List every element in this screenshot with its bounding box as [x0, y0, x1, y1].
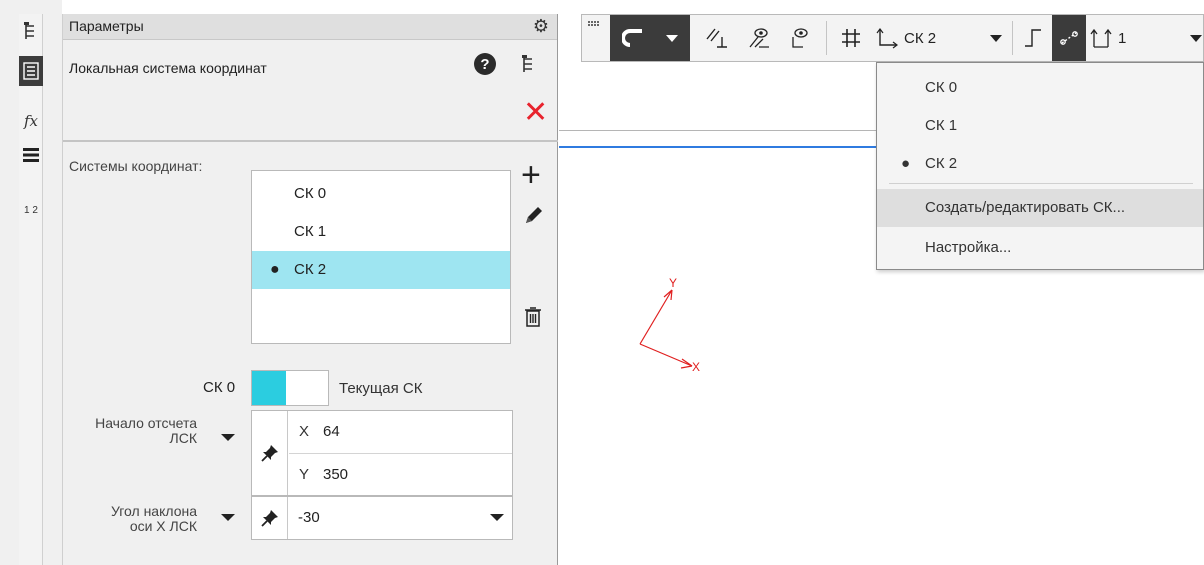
grid-icon[interactable]	[834, 15, 868, 61]
axis-y-label: Y	[669, 276, 677, 290]
round-mode-button[interactable]	[1052, 15, 1086, 61]
toggle-knob	[252, 371, 286, 405]
menu-item-settings[interactable]: Настройка...	[877, 229, 1203, 267]
add-icon[interactable]: +	[521, 158, 541, 192]
menu-item-label: СК 1	[925, 117, 958, 134]
angle-label-line1: Угол наклона	[110, 503, 197, 519]
toolbar-separator	[826, 21, 827, 55]
chevron-down-icon[interactable]	[990, 35, 1002, 42]
menu-item-label: СК 0	[925, 79, 958, 96]
coordinate-axes-icon: Y X	[639, 276, 700, 374]
left-strip: fx 1 2	[0, 0, 62, 565]
coordinate-systems-list[interactable]: СК 0 СК 1 ● СК 2	[251, 170, 511, 344]
help-symbol: ?	[480, 55, 490, 73]
list-item[interactable]: СК 0	[252, 175, 510, 213]
gear-icon[interactable]: ⚙	[533, 16, 549, 37]
tree-icon[interactable]	[19, 16, 43, 46]
layers-icon[interactable]	[19, 140, 43, 170]
snap-button[interactable]	[610, 15, 690, 61]
list-item-label: СК 1	[294, 223, 327, 240]
fx-icon[interactable]: fx	[19, 106, 43, 136]
cs-dropdown-menu: СК 0 СК 1 ● СК 2 Создать/редактировать С…	[876, 62, 1204, 270]
parameters-panel: Параметры ⚙ Локальная система координат …	[62, 14, 558, 565]
origin-label: Начало отсчета ЛСК	[63, 416, 197, 446]
swap-icon[interactable]: 1 2	[19, 196, 43, 226]
panel-title: Параметры	[69, 18, 144, 34]
x-axis-label: X	[299, 423, 310, 440]
chevron-down-icon[interactable]	[666, 34, 678, 42]
angle-dropdown-icon[interactable]	[221, 514, 235, 521]
menu-item-sk2[interactable]: ● СК 2	[877, 145, 1203, 183]
strip-background	[19, 14, 43, 565]
swap-label: 1 2	[24, 205, 38, 216]
list-item[interactable]: СК 1	[252, 213, 510, 251]
fx-label: fx	[23, 112, 38, 130]
step-value: 1	[1118, 29, 1127, 47]
menu-item-create-edit[interactable]: Создать/редактировать СК...	[877, 189, 1203, 227]
show-cs-icon[interactable]	[782, 15, 816, 61]
coordinate-systems-label: Системы координат:	[69, 158, 203, 174]
x-value: 64	[323, 423, 340, 440]
angle-label-line2: оси X ЛСК	[129, 518, 197, 534]
y-value: 350	[323, 466, 349, 483]
local-cs-icon	[876, 28, 898, 49]
step-icon	[1090, 28, 1112, 48]
visibility-constraint-icon[interactable]	[742, 15, 776, 61]
angle-label: Угол наклона оси X ЛСК	[63, 504, 197, 534]
tree-view-icon[interactable]	[521, 54, 537, 78]
close-icon[interactable]: ✕	[523, 98, 548, 128]
axis-x-label: X	[692, 360, 700, 374]
menu-item-label: СК 2	[925, 155, 958, 172]
origin-fields: X 64 Y 350	[251, 410, 513, 496]
toolbar-grip-icon[interactable]	[586, 15, 602, 61]
magnet-icon	[622, 29, 642, 47]
origin-label-line1: Начало отсчета	[95, 415, 197, 431]
properties-icon[interactable]	[19, 56, 43, 86]
toolbar-separator	[1012, 21, 1013, 55]
panel-separator	[63, 140, 558, 142]
edit-icon[interactable]	[523, 204, 545, 230]
checked-bullet: ●	[901, 155, 911, 172]
chevron-down-icon[interactable]	[490, 514, 504, 521]
angle-field[interactable]: -30	[251, 496, 513, 540]
menu-item-sk1[interactable]: СК 1	[877, 107, 1203, 145]
menu-separator	[889, 183, 1193, 184]
parallel-perpendicular-icon[interactable]	[700, 15, 734, 61]
y-coordinate-field[interactable]: Y 350	[289, 453, 512, 495]
selected-bullet: ●	[270, 261, 280, 278]
list-item-label: СК 0	[294, 185, 327, 202]
x-coordinate-field[interactable]: X 64	[289, 411, 512, 453]
canvas-divider	[559, 130, 876, 131]
switch-right-label: Текущая СК	[339, 380, 423, 397]
list-item-label: СК 2	[294, 261, 327, 278]
command-title: Локальная система координат	[69, 60, 267, 76]
top-toolbar: СК 2 1	[581, 14, 1204, 62]
current-cs-toggle[interactable]	[251, 370, 329, 406]
angle-value: -30	[298, 509, 320, 526]
menu-item-sk0[interactable]: СК 0	[877, 69, 1203, 107]
chevron-down-icon[interactable]	[1190, 35, 1202, 42]
pin-icon[interactable]	[252, 497, 288, 539]
y-axis-label: Y	[299, 466, 310, 483]
panel-header: Параметры ⚙	[63, 14, 557, 40]
help-icon[interactable]: ?	[474, 53, 496, 75]
list-item-selected[interactable]: ● СК 2	[252, 251, 510, 289]
menu-item-label: Настройка...	[925, 239, 1012, 256]
add-symbol: +	[521, 156, 541, 194]
origin-label-line2: ЛСК	[169, 430, 197, 446]
origin-dropdown-icon[interactable]	[221, 434, 235, 441]
step-control[interactable]: 1	[1090, 15, 1150, 61]
pin-icon[interactable]	[252, 411, 288, 495]
ortho-mode-icon[interactable]	[1018, 15, 1048, 61]
close-symbol: ✕	[523, 96, 549, 129]
cs-selector[interactable]: СК 2	[876, 15, 1008, 61]
current-cs-value: СК 2	[904, 29, 937, 47]
round-snap-icon	[1060, 31, 1078, 45]
delete-icon[interactable]	[524, 306, 542, 332]
canvas-blue-line	[559, 146, 876, 148]
switch-left-label: СК 0	[203, 379, 236, 396]
menu-item-label: Создать/редактировать СК...	[925, 199, 1126, 216]
